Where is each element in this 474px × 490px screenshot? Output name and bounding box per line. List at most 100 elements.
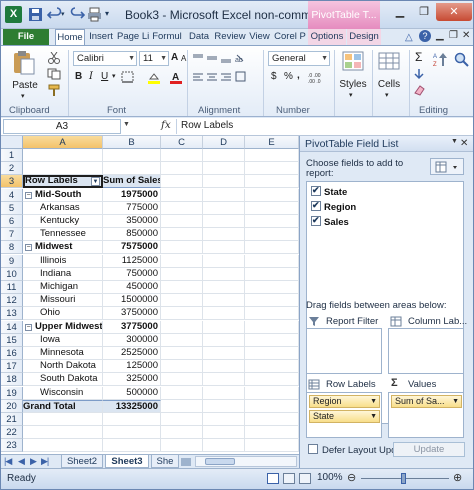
collapse-icon[interactable]: − (25, 244, 32, 251)
column-header-b[interactable]: B (103, 136, 161, 149)
cell[interactable] (203, 228, 245, 241)
values-area[interactable]: Sum of Sa... ▼ (388, 392, 464, 438)
cell[interactable] (203, 175, 245, 188)
cell[interactable] (103, 426, 161, 439)
insert-function-icon[interactable]: fx (161, 119, 171, 131)
cell[interactable] (203, 189, 245, 202)
cell[interactable] (23, 149, 103, 162)
sheet-nav-next-icon[interactable]: ▶ (30, 456, 37, 467)
pivot-item-value[interactable]: 450000 (103, 281, 161, 294)
cell[interactable] (245, 347, 299, 360)
cell[interactable] (203, 400, 245, 413)
grand-total-label[interactable]: Grand Total (23, 400, 103, 413)
pivot-group-value[interactable]: 3775000 (103, 321, 161, 334)
styles-label[interactable]: Styles (337, 79, 369, 90)
cell[interactable] (23, 426, 103, 439)
row-header[interactable]: 23 (1, 439, 23, 452)
quick-print-icon[interactable] (87, 7, 102, 22)
pivot-item-value[interactable]: 325000 (103, 373, 161, 386)
autosum-button[interactable]: Σ (415, 50, 422, 64)
row-header[interactable]: 8 (1, 241, 23, 254)
zoom-level[interactable]: 100% (317, 472, 343, 483)
cell[interactable] (245, 202, 299, 215)
pivot-item-value[interactable]: 1500000 (103, 294, 161, 307)
cell[interactable] (245, 387, 299, 400)
cell[interactable] (161, 347, 203, 360)
cell[interactable] (161, 215, 203, 228)
sort-filter-icon[interactable]: AZ (433, 51, 451, 69)
pivot-item-label[interactable]: Arkansas (23, 202, 103, 215)
cell[interactable] (161, 400, 203, 413)
cell[interactable] (161, 162, 203, 175)
row-header[interactable]: 13 (1, 307, 23, 320)
cell[interactable] (245, 215, 299, 228)
pivot-item-label[interactable]: Ohio (23, 307, 103, 320)
cells-icon[interactable] (377, 50, 401, 72)
cell[interactable] (23, 439, 103, 452)
currency-button[interactable]: $ (271, 71, 277, 82)
customize-qat-icon[interactable]: ▾ (105, 9, 120, 24)
save-icon[interactable] (28, 7, 43, 22)
field-state-checkbox[interactable] (311, 184, 321, 197)
row-header[interactable]: 14 (1, 321, 23, 334)
row-header[interactable]: 2 (1, 162, 23, 175)
row-field-chip-state[interactable]: State ▼ (309, 410, 380, 423)
page-layout-view-icon[interactable] (283, 473, 295, 484)
row-header[interactable]: 22 (1, 426, 23, 439)
cell[interactable] (161, 307, 203, 320)
tab-insert[interactable]: Insert (86, 29, 116, 45)
pivot-group-label[interactable]: Mid-South (23, 189, 103, 202)
cell[interactable] (245, 189, 299, 202)
value-field-chip-sum-sales[interactable]: Sum of Sa... ▼ (391, 395, 462, 408)
cell[interactable] (245, 255, 299, 268)
cell[interactable] (245, 360, 299, 373)
paste-label[interactable]: Paste (10, 80, 40, 91)
cell[interactable] (161, 268, 203, 281)
pane-close-icon[interactable]: ✕ (460, 138, 468, 149)
cell[interactable] (203, 347, 245, 360)
tab-review[interactable]: Review (214, 29, 246, 45)
bold-button[interactable]: B (75, 71, 82, 82)
horizontal-scrollbar[interactable] (195, 456, 297, 467)
cell[interactable] (161, 321, 203, 334)
cell[interactable] (23, 162, 103, 175)
sheet-nav-prev-icon[interactable]: ◀ (18, 456, 25, 467)
cell[interactable] (203, 426, 245, 439)
field-sales[interactable]: Sales (311, 214, 349, 229)
pivot-item-value[interactable]: 350000 (103, 215, 161, 228)
cell[interactable] (245, 307, 299, 320)
underline-button[interactable]: U (101, 71, 108, 82)
column-header-a[interactable]: A (23, 136, 103, 149)
font-size-combo[interactable]: 11 ▼ (139, 51, 169, 66)
number-format-combo[interactable]: General ▼ (268, 51, 330, 66)
cell[interactable] (203, 387, 245, 400)
font-color-icon[interactable]: A (169, 71, 183, 84)
horizontal-scroll-thumb[interactable] (205, 458, 235, 465)
tab-file[interactable]: File (3, 29, 49, 45)
tab-data[interactable]: Data (185, 29, 213, 45)
cell[interactable] (203, 162, 245, 175)
cell[interactable] (203, 202, 245, 215)
pivot-item-value[interactable]: 850000 (103, 228, 161, 241)
cell[interactable] (161, 202, 203, 215)
cell[interactable] (203, 413, 245, 426)
tab-split-handle[interactable] (181, 458, 191, 466)
page-break-view-icon[interactable] (299, 473, 311, 484)
cell[interactable] (103, 413, 161, 426)
collapse-icon[interactable]: − (25, 324, 32, 331)
pivot-item-value[interactable]: 300000 (103, 334, 161, 347)
cell[interactable] (161, 387, 203, 400)
cell[interactable] (161, 149, 203, 162)
cell[interactable] (161, 281, 203, 294)
doc-minimize-icon[interactable]: ▁ (436, 30, 444, 41)
cell[interactable] (161, 439, 203, 452)
tab-view[interactable]: View (247, 29, 272, 45)
underline-dropdown-icon[interactable]: ▾ (112, 72, 116, 80)
sheet-nav-last-icon[interactable]: ▶| (41, 456, 49, 467)
cell[interactable] (161, 175, 203, 188)
field-region-checkbox[interactable] (311, 199, 321, 212)
cell[interactable] (203, 281, 245, 294)
pivot-item-label[interactable]: Iowa (23, 334, 103, 347)
redo-icon[interactable] (70, 7, 86, 22)
grow-font-button[interactable]: A (171, 52, 178, 63)
